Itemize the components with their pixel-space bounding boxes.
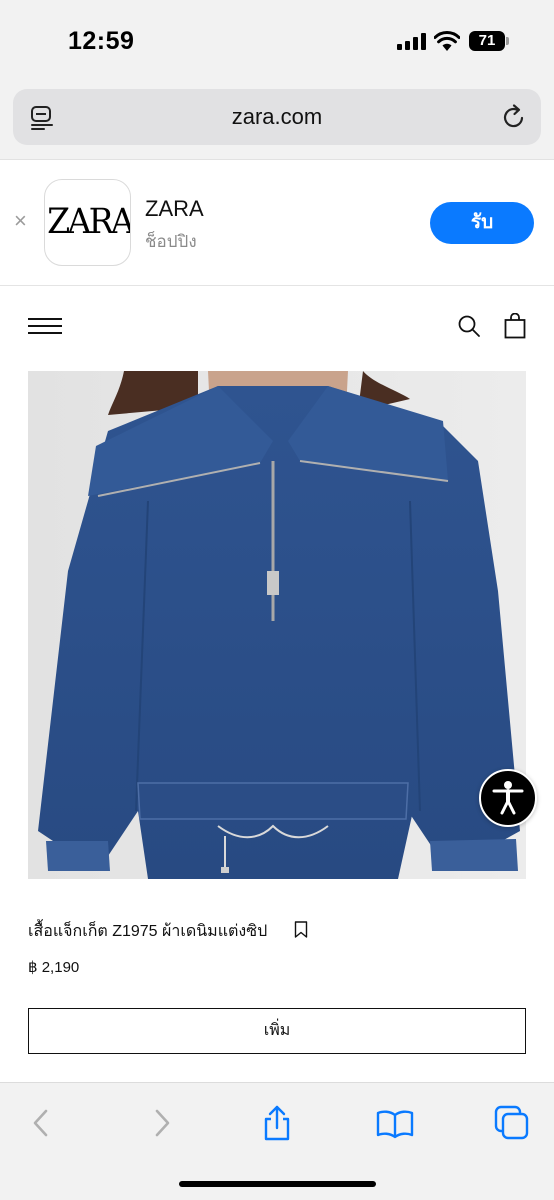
tabs-icon[interactable]: [494, 1105, 530, 1141]
shopping-bag-icon[interactable]: [504, 313, 526, 339]
app-category: ช็อปปิง: [145, 232, 197, 251]
page-menu-icon[interactable]: [29, 104, 55, 132]
browser-address-area: zara.com: [0, 80, 554, 160]
forward-icon[interactable]: [143, 1105, 179, 1141]
smart-app-banner: × ZARA ZARA ช็อปปิง รับ: [0, 160, 554, 286]
url-text[interactable]: zara.com: [13, 89, 541, 145]
status-time: 12:59: [68, 27, 135, 55]
app-icon[interactable]: ZARA: [44, 179, 131, 266]
site-header: [0, 287, 554, 367]
cellular-signal-icon: [397, 33, 426, 50]
add-to-cart-button[interactable]: เพิ่ม: [28, 1008, 526, 1054]
app-name: ZARA: [145, 196, 204, 221]
share-icon[interactable]: [259, 1105, 295, 1141]
back-icon[interactable]: [24, 1105, 60, 1141]
product-price: ฿ 2,190: [28, 959, 80, 976]
battery-level: 71: [469, 31, 505, 51]
get-app-button[interactable]: รับ: [430, 202, 534, 244]
home-indicator: [179, 1181, 376, 1187]
address-bar[interactable]: zara.com: [13, 89, 541, 145]
banner-close-icon[interactable]: ×: [14, 210, 27, 232]
wifi-icon: [434, 31, 460, 51]
product-name[interactable]: เสื้อแจ็กเก็ต Z1975 ผ้าเดนิมแต่งซิป: [28, 919, 267, 944]
bookmarks-icon[interactable]: [376, 1105, 414, 1141]
battery-icon: 71: [469, 31, 509, 51]
search-icon[interactable]: [457, 314, 481, 338]
product-image[interactable]: [28, 371, 526, 879]
bookmark-icon[interactable]: [294, 921, 308, 938]
accessibility-button[interactable]: [479, 769, 537, 827]
accessibility-icon: [492, 781, 524, 815]
status-bar: 12:59 71: [0, 0, 554, 80]
reload-icon[interactable]: [501, 103, 527, 131]
denim-jacket-photo: [28, 371, 526, 879]
app-icon-logo: ZARA: [47, 202, 131, 242]
hamburger-icon[interactable]: [28, 318, 62, 334]
